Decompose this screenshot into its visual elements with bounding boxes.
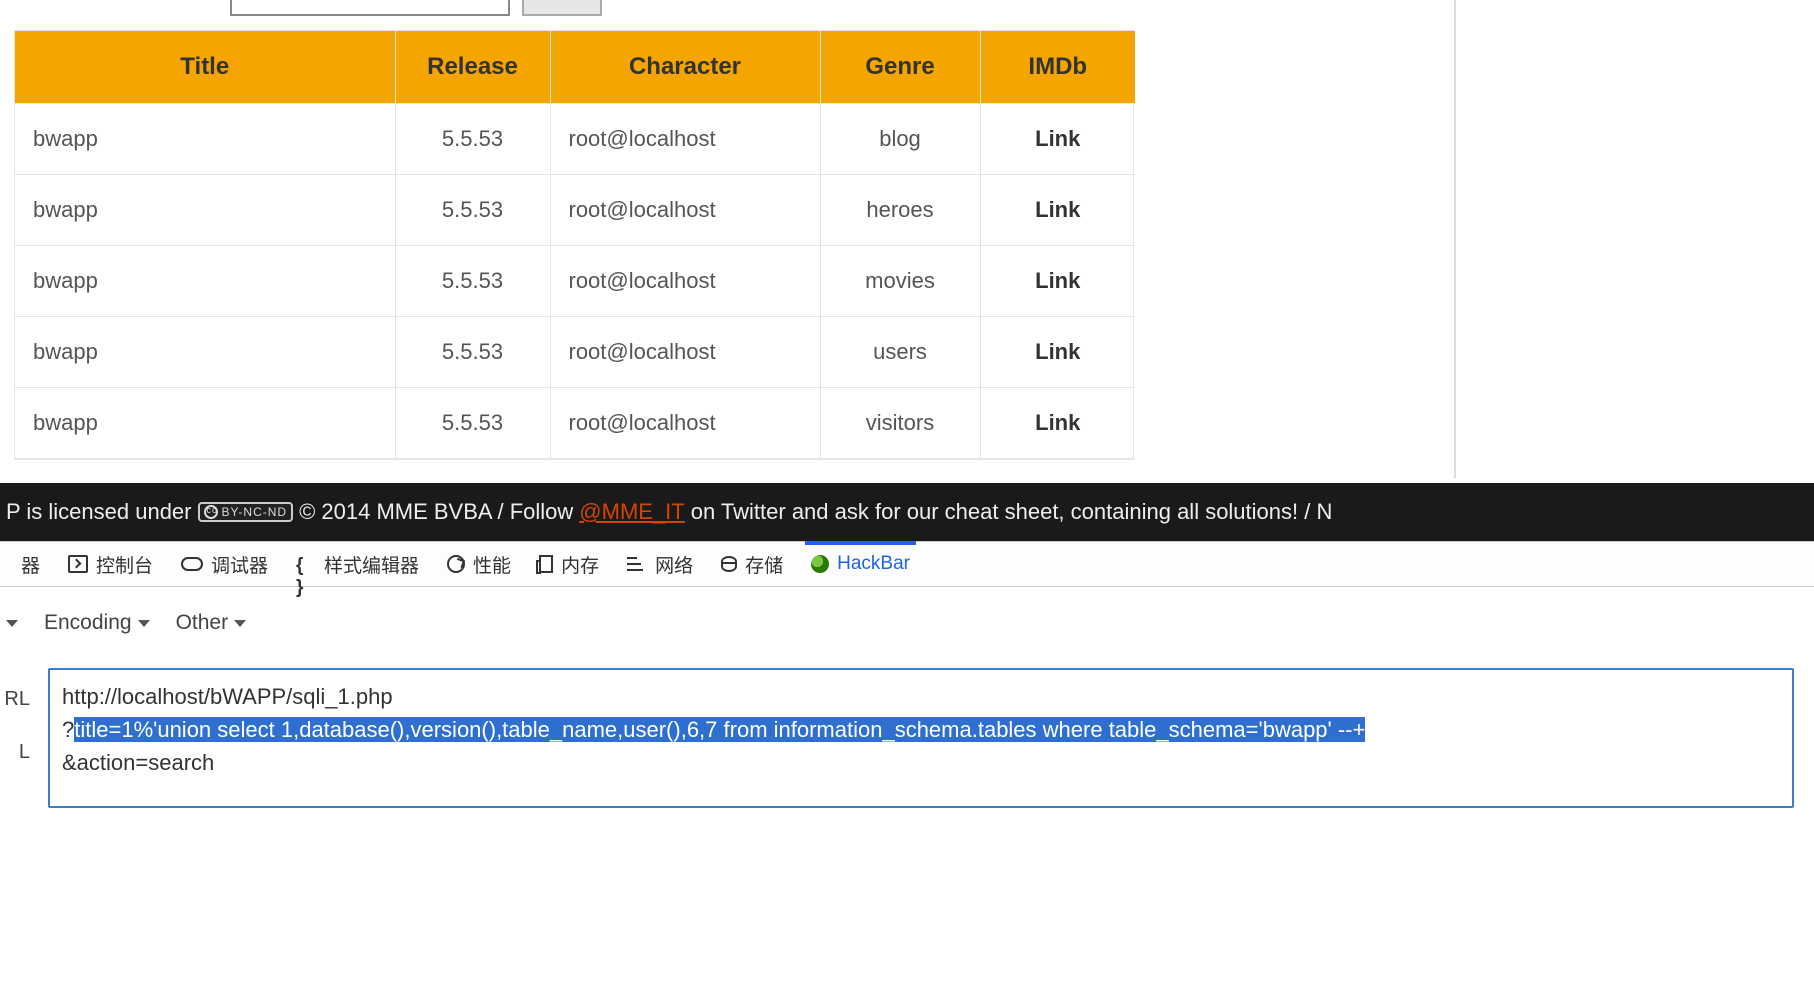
- chevron-down-icon: [6, 620, 18, 627]
- hackbar-dropdown-cut[interactable]: [6, 620, 18, 627]
- tab-memory-label: 内存: [561, 551, 599, 578]
- hackbar-other-dropdown[interactable]: Other: [176, 611, 247, 635]
- table-row: bwapp5.5.53root@localhostblogLink: [15, 104, 1135, 175]
- twitter-handle-link[interactable]: @MME_IT: [579, 499, 684, 525]
- style-editor-icon: { }: [296, 555, 316, 573]
- cell-imdb[interactable]: Link: [980, 388, 1135, 459]
- tab-debugger-label: 调试器: [211, 551, 268, 578]
- results-table-wrap: Title Release Character Genre IMDb bwapp…: [14, 30, 1134, 460]
- url-line-1: http://localhost/bWAPP/sqli_1.php: [62, 680, 1780, 713]
- cell-title: bwapp: [15, 175, 395, 246]
- col-header-imdb: IMDb: [980, 31, 1135, 104]
- storage-icon: [721, 556, 737, 572]
- cell-genre: blog: [820, 104, 980, 175]
- cell-release: 5.5.53: [395, 246, 550, 317]
- cell-release: 5.5.53: [395, 104, 550, 175]
- footer-bar: P is licensed under BY-NC-ND © 2014 MME …: [0, 483, 1814, 541]
- tab-memory[interactable]: 内存: [539, 551, 599, 578]
- cell-genre: heroes: [820, 175, 980, 246]
- cell-imdb[interactable]: Link: [980, 104, 1135, 175]
- tab-cutoff[interactable]: 器: [6, 551, 40, 578]
- hackbar-icon: [811, 555, 829, 573]
- tab-storage-label: 存储: [745, 551, 783, 578]
- memory-icon: [539, 555, 553, 573]
- console-icon: [68, 555, 88, 573]
- cell-genre: users: [820, 317, 980, 388]
- cell-imdb[interactable]: Link: [980, 246, 1135, 317]
- cell-character: root@localhost: [550, 317, 820, 388]
- network-icon: [627, 555, 647, 573]
- cc-label: BY-NC-ND: [222, 505, 288, 519]
- devtools-tabstrip: 器 控制台 调试器 { } 样式编辑器 性能 内存 网络 存储: [0, 541, 1814, 587]
- tab-console[interactable]: 控制台: [68, 551, 153, 578]
- debugger-icon: [181, 557, 203, 571]
- cell-genre: visitors: [820, 388, 980, 459]
- performance-icon: [447, 555, 465, 573]
- hackbar-toolbar: Encoding Other: [0, 600, 1814, 646]
- tab-network-label: 网络: [655, 551, 693, 578]
- side-label-2: L: [0, 741, 30, 764]
- col-header-release: Release: [395, 31, 550, 104]
- url-line-3: &action=search: [62, 746, 1780, 779]
- cell-title: bwapp: [15, 246, 395, 317]
- cell-imdb[interactable]: Link: [980, 317, 1135, 388]
- search-controls-residual: [230, 0, 602, 16]
- hackbar-url-textarea[interactable]: http://localhost/bWAPP/sqli_1.php ?title…: [48, 668, 1794, 808]
- tab-hackbar-label: HackBar: [837, 553, 910, 575]
- cell-imdb[interactable]: Link: [980, 175, 1135, 246]
- col-header-genre: Genre: [820, 31, 980, 104]
- hackbar-other-label: Other: [176, 611, 229, 635]
- hackbar-encoding-label: Encoding: [44, 611, 132, 635]
- cc-icon: [204, 505, 218, 519]
- cell-title: bwapp: [15, 388, 395, 459]
- cell-character: root@localhost: [550, 175, 820, 246]
- hackbar-encoding-dropdown[interactable]: Encoding: [44, 611, 150, 635]
- tab-style-editor-label: 样式编辑器: [324, 551, 419, 578]
- cell-genre: movies: [820, 246, 980, 317]
- url-line-2: ?title=1%'union select 1,database(),vers…: [62, 713, 1780, 746]
- tab-console-label: 控制台: [96, 551, 153, 578]
- cc-license-badge[interactable]: BY-NC-ND: [198, 502, 294, 522]
- url-line-2-selection: title=1%'union select 1,database(),versi…: [74, 717, 1365, 742]
- footer-text-mid1: © 2014 MME BVBA / Follow: [299, 499, 573, 525]
- side-label-1: RL: [0, 688, 30, 711]
- results-table: Title Release Character Genre IMDb bwapp…: [15, 31, 1135, 459]
- tab-performance[interactable]: 性能: [447, 551, 511, 578]
- cell-title: bwapp: [15, 104, 395, 175]
- table-row: bwapp5.5.53root@localhostmoviesLink: [15, 246, 1135, 317]
- tab-storage[interactable]: 存储: [721, 551, 783, 578]
- search-button[interactable]: [522, 0, 602, 16]
- tab-debugger[interactable]: 调试器: [181, 551, 268, 578]
- cell-character: root@localhost: [550, 104, 820, 175]
- table-row: bwapp5.5.53root@localhostheroesLink: [15, 175, 1135, 246]
- footer-text-mid2: on Twitter and ask for our cheat sheet, …: [691, 499, 1333, 525]
- tab-style-editor[interactable]: { } 样式编辑器: [296, 551, 419, 578]
- search-input[interactable]: [230, 0, 510, 16]
- cell-release: 5.5.53: [395, 388, 550, 459]
- cell-character: root@localhost: [550, 388, 820, 459]
- footer-text-pre: P is licensed under: [6, 499, 192, 525]
- chevron-down-icon: [234, 620, 246, 627]
- tab-performance-label: 性能: [473, 551, 511, 578]
- table-row: bwapp5.5.53root@localhostusersLink: [15, 317, 1135, 388]
- url-line-2-prefix: ?: [62, 717, 74, 742]
- right-divider: [1454, 0, 1456, 478]
- col-header-character: Character: [550, 31, 820, 104]
- cell-character: root@localhost: [550, 246, 820, 317]
- tab-cutoff-label: 器: [21, 551, 40, 578]
- cell-release: 5.5.53: [395, 317, 550, 388]
- tab-hackbar[interactable]: HackBar: [811, 553, 910, 575]
- chevron-down-icon: [138, 620, 150, 627]
- cell-release: 5.5.53: [395, 175, 550, 246]
- cell-title: bwapp: [15, 317, 395, 388]
- table-row: bwapp5.5.53root@localhostvisitorsLink: [15, 388, 1135, 459]
- tab-network[interactable]: 网络: [627, 551, 693, 578]
- col-header-title: Title: [15, 31, 395, 104]
